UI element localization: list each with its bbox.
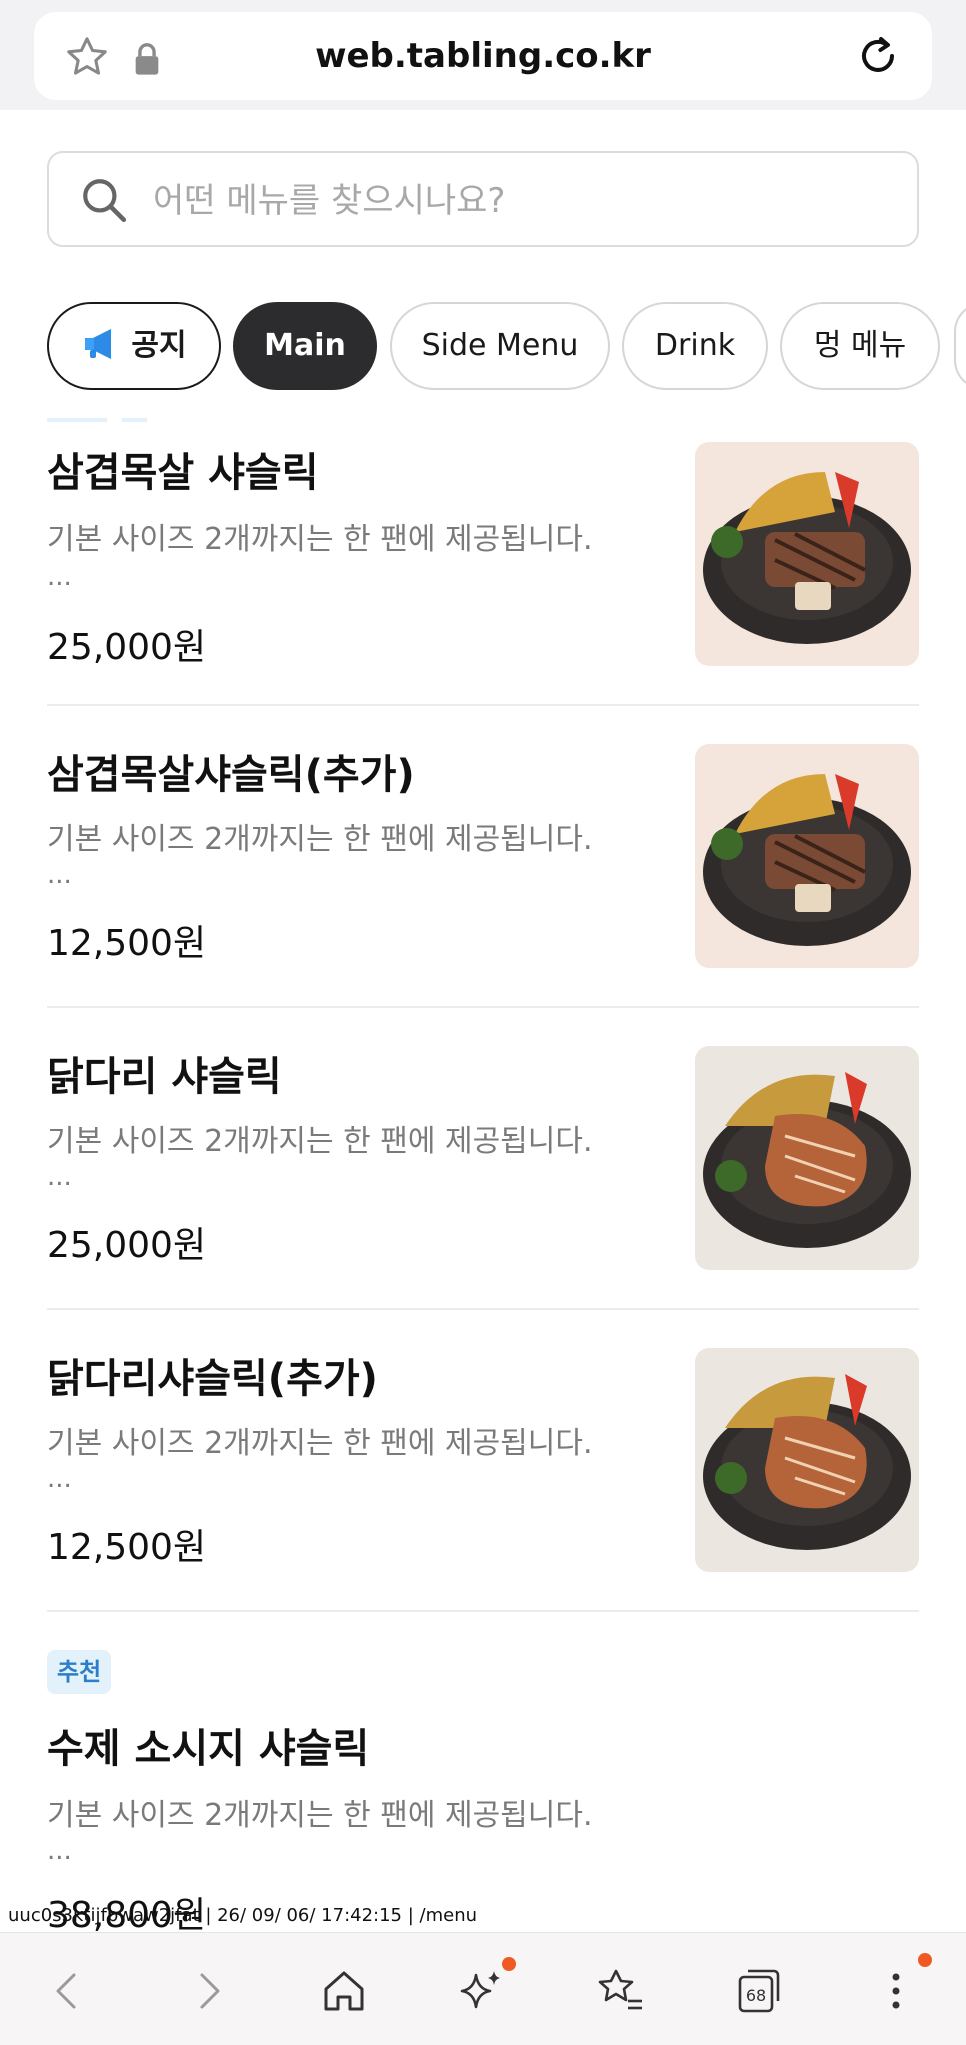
recommended-badge: 추천	[47, 1650, 112, 1694]
menu-item-more: ...	[47, 1464, 72, 1494]
menu-search-box[interactable]: 어떤 메뉴를 찾으시나요?	[47, 151, 919, 247]
menu-item-description: 기본 사이즈 2개까지는 한 팬에 제공됩니다.	[47, 1124, 593, 1159]
divider	[47, 1006, 919, 1008]
forward-icon[interactable]	[178, 1961, 238, 2021]
sparkle-icon[interactable]	[452, 1961, 512, 2021]
search-placeholder[interactable]: 어떤 메뉴를 찾으시나요?	[153, 177, 505, 225]
star-icon[interactable]	[64, 34, 110, 80]
home-icon[interactable]	[314, 1961, 374, 2021]
menu-item[interactable]: 삼겹목살 샤슬릭 기본 사이즈 2개까지는 한 팬에 제공됩니다. ... 25…	[47, 440, 919, 690]
tab-drink[interactable]: Drink	[622, 302, 768, 390]
megaphone-icon	[85, 328, 112, 359]
divider	[47, 1308, 919, 1310]
menu-item-description: 기본 사이즈 2개까지는 한 팬에 제공됩니다.	[47, 1798, 593, 1833]
menu-item-photo	[695, 442, 919, 666]
notification-dot	[918, 1953, 932, 1967]
tab-notice[interactable]: 공지	[47, 302, 221, 390]
menu-item-name: 삼겹목살 샤슬릭	[47, 450, 319, 496]
reload-icon[interactable]	[854, 32, 902, 80]
menu-item-name: 닭다리샤슬릭(추가)	[47, 1356, 378, 1402]
url-text[interactable]: web.tabling.co.kr	[184, 34, 782, 78]
menu-item-price: 12,500원	[47, 1527, 207, 1568]
tab-notice-label: 공지	[131, 328, 187, 363]
back-icon[interactable]	[38, 1961, 98, 2021]
menu-item-name: 삼겹목살샤슬릭(추가)	[47, 752, 415, 798]
search-icon	[83, 179, 127, 223]
tabs-icon[interactable]: 68	[728, 1961, 788, 2021]
menu-item-photo	[695, 744, 919, 968]
browser-address-area: web.tabling.co.kr	[0, 0, 966, 110]
menu-item-name: 수제 소시지 샤슬릭	[47, 1726, 370, 1772]
address-bar[interactable]: web.tabling.co.kr	[34, 12, 932, 100]
menu-item[interactable]: 닭다리샤슬릭(추가) 기본 사이즈 2개까지는 한 팬에 제공됩니다. ... …	[47, 1346, 919, 1596]
hidden-badges	[47, 418, 147, 422]
browser-toolbar: 68	[0, 1932, 966, 2045]
menu-item[interactable]: 닭다리 샤슬릭 기본 사이즈 2개까지는 한 팬에 제공됩니다. ... 25,…	[47, 1044, 919, 1294]
menu-item-more: ...	[47, 562, 72, 592]
menu-item-price: 25,000원	[47, 627, 207, 668]
tab-count: 68	[746, 1986, 766, 2005]
divider	[47, 704, 919, 706]
notification-dot	[502, 1957, 516, 1971]
more-icon[interactable]	[866, 1961, 926, 2021]
tab-dog-menu[interactable]: 멍 메뉴	[780, 302, 940, 390]
menu-item-price: 12,500원	[47, 923, 207, 964]
lock-icon	[135, 43, 159, 75]
divider	[47, 1610, 919, 1612]
menu-item-description: 기본 사이즈 2개까지는 한 팬에 제공됩니다.	[47, 1426, 593, 1461]
tab-main[interactable]: Main	[233, 302, 377, 390]
menu-item[interactable]: 추천 수제 소시지 샤슬릭 기본 사이즈 2개까지는 한 팬에 제공됩니다. .…	[47, 1650, 919, 1936]
menu-item-name: 닭다리 샤슬릭	[47, 1054, 282, 1100]
bookmarks-icon[interactable]	[590, 1961, 650, 2021]
menu-item-more: ...	[47, 860, 72, 890]
menu-item-photo	[695, 1046, 919, 1270]
menu-item-photo	[695, 1348, 919, 1572]
menu-item-description: 기본 사이즈 2개까지는 한 팬에 제공됩니다.	[47, 522, 593, 557]
category-tabs: 공지 Main Side Menu Drink 멍 메뉴	[0, 300, 966, 396]
tab-side-menu[interactable]: Side Menu	[390, 302, 610, 390]
menu-item-more: ...	[47, 1162, 72, 1192]
menu-item-description: 기본 사이즈 2개까지는 한 팬에 제공됩니다.	[47, 822, 593, 857]
menu-item-price: 25,000원	[47, 1225, 207, 1266]
menu-item-more: ...	[47, 1836, 72, 1866]
debug-overlay-text: uuc0s3ktijfbwaw2jfat | 26/ 09/ 06/ 17:42…	[8, 1905, 478, 1926]
tab-next-partial[interactable]	[954, 302, 966, 390]
menu-item[interactable]: 삼겹목살샤슬릭(추가) 기본 사이즈 2개까지는 한 팬에 제공됩니다. ...…	[47, 742, 919, 992]
